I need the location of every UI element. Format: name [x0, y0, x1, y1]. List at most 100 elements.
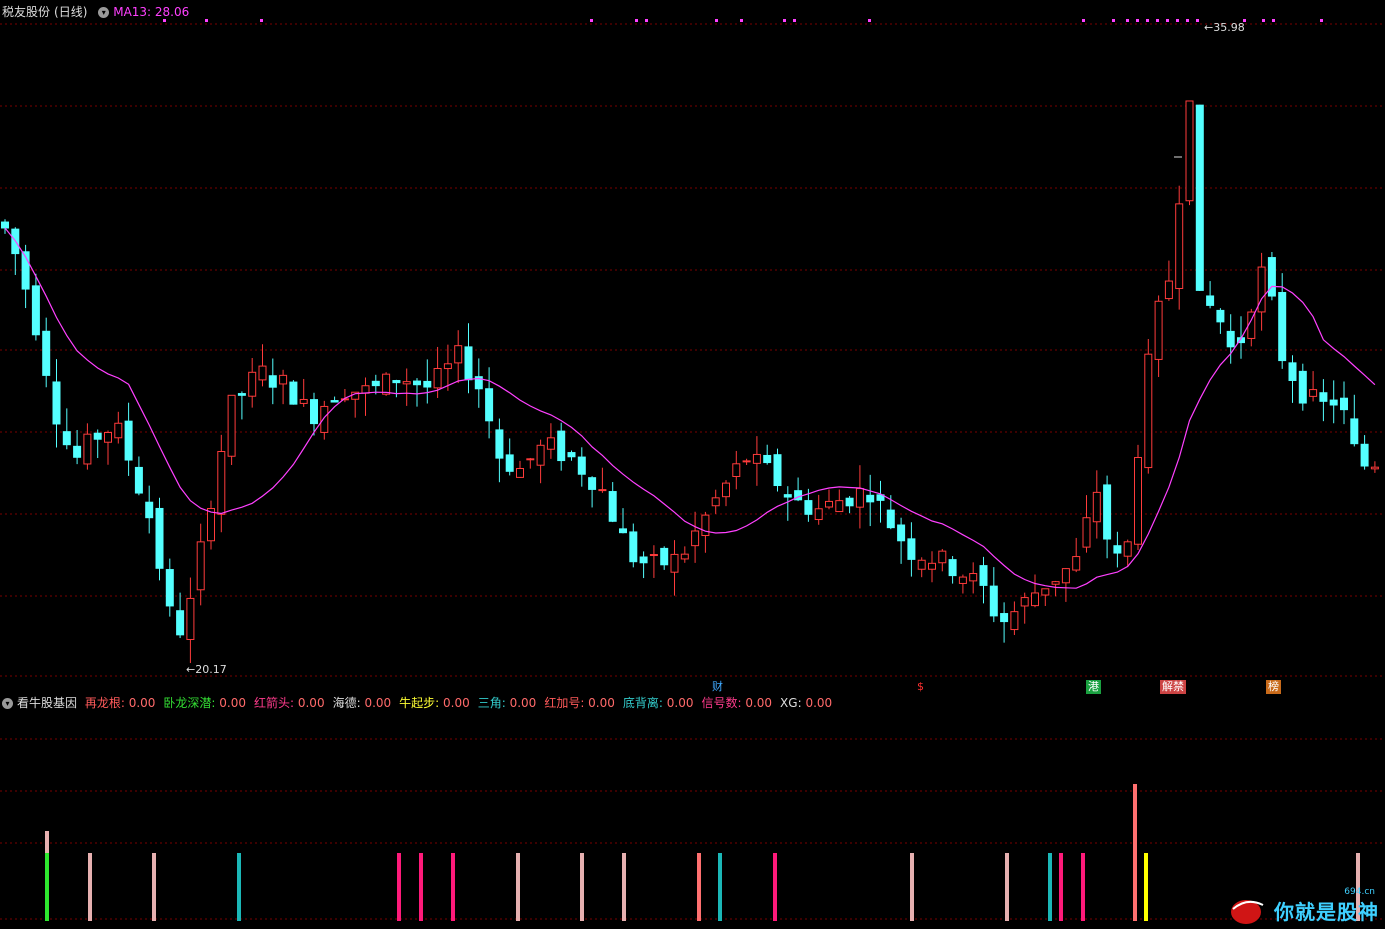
candle-body: [62, 431, 71, 446]
candle-body: [1, 221, 9, 229]
signal-dot: [260, 19, 263, 22]
signal-dot: [590, 19, 593, 22]
event-tag-financial[interactable]: 财: [710, 680, 725, 694]
indicator-item-value: 0.00: [443, 696, 470, 710]
signal-dot: [868, 19, 871, 22]
signal-bar: [237, 853, 241, 921]
candle-body: [217, 451, 226, 515]
candle-body: [176, 610, 185, 636]
signal-bar: [1005, 853, 1009, 921]
indicator-item-value: 0.00: [666, 696, 694, 710]
high-price-value: 35.98: [1213, 21, 1245, 34]
signal-bar: [152, 853, 156, 921]
signal-dot: [1262, 19, 1265, 22]
candle-body: [52, 381, 61, 425]
candle-body: [413, 380, 421, 386]
event-tag-unlock[interactable]: 解禁: [1160, 680, 1186, 694]
indicator-settings-icon[interactable]: ▾: [2, 698, 13, 709]
ma-settings-icon[interactable]: ▾: [98, 7, 110, 18]
candle-body: [938, 550, 947, 564]
candle-body: [114, 422, 123, 439]
signal-bar: [397, 853, 401, 921]
indicator-item-label: 再龙根:: [84, 696, 129, 710]
signal-dot: [1196, 19, 1199, 22]
candle-body: [825, 500, 833, 508]
candle-body: [31, 285, 40, 336]
candlestick-chart[interactable]: [0, 0, 1385, 693]
candle-body: [1144, 353, 1153, 469]
candle-body: [773, 454, 782, 487]
candle-body: [660, 547, 669, 566]
indicator-item-value: 0.00: [297, 696, 325, 710]
candle-body: [1216, 309, 1225, 323]
candle-body: [958, 576, 967, 584]
candle-body: [845, 497, 854, 507]
indicator-item: XG: 0.00: [780, 696, 836, 710]
indicator-pane[interactable]: ▾ 看牛股基因 再龙根: 0.00 卧龙深潜: 0.00 红箭头: 0.00 海德: 0…: [0, 693, 1385, 929]
signal-bar: [88, 853, 92, 921]
price-chart-pane[interactable]: 税友股份 (日线) ▾ MA13: 28.06 ←35.98 ←20.17 财 $ …: [0, 0, 1385, 694]
indicator-item-value: 0.00: [745, 696, 773, 710]
period-label: (日线): [54, 5, 88, 19]
signal-dot: [793, 19, 796, 22]
candle-body: [598, 489, 607, 492]
indicator-item-label: 牛起步:: [399, 696, 444, 710]
candle-body: [104, 431, 112, 443]
event-tag-list[interactable]: 榜: [1266, 680, 1281, 694]
event-tag-dollar[interactable]: $: [915, 680, 926, 694]
candle-body: [1350, 418, 1359, 445]
signal-dot: [1126, 19, 1129, 22]
candle-body: [649, 554, 658, 557]
candle-body: [1134, 457, 1142, 545]
signal-dot: [1166, 19, 1169, 22]
candle-body: [866, 494, 875, 503]
candle-body: [1329, 399, 1338, 406]
candle-body: [1051, 581, 1060, 585]
candle-body: [392, 380, 401, 384]
candle-body: [567, 452, 576, 458]
indicator-item: 卧龙深潜: 0.00: [163, 696, 250, 710]
signal-dot: [1320, 19, 1323, 22]
candle-body: [124, 420, 133, 461]
candle-body: [1226, 330, 1235, 348]
candle-body: [763, 454, 772, 464]
candle-body: [258, 365, 267, 381]
candle-body: [361, 385, 370, 394]
candle-body: [382, 373, 391, 395]
candle-body: [145, 501, 154, 519]
event-tag-text: 解禁: [1162, 680, 1184, 693]
candle-body: [73, 445, 82, 458]
signal-bar: [718, 853, 722, 921]
indicator-item: 红加号: 0.00: [544, 696, 619, 710]
candle-body: [639, 556, 648, 564]
candle-body: [1319, 392, 1328, 402]
candle-body: [464, 346, 473, 381]
candle-body: [1103, 484, 1112, 540]
indicator-chart[interactable]: [0, 693, 1385, 929]
candle-body: [1370, 466, 1379, 470]
candle-body: [1360, 443, 1369, 467]
candle-body: [701, 514, 710, 537]
candle-body: [443, 363, 452, 370]
candle-body: [546, 437, 555, 450]
signal-dot: [1136, 19, 1139, 22]
ma-label: MA13: 28.06: [113, 5, 190, 19]
candle-body: [1164, 280, 1173, 300]
candle-body: [227, 394, 236, 457]
event-tag-hk[interactable]: 港: [1086, 680, 1101, 694]
candle-body: [680, 553, 689, 560]
candle-body: [279, 374, 288, 385]
candle-body: [691, 530, 700, 547]
indicator-item-label: 红加号:: [544, 696, 589, 710]
candle-body: [577, 456, 586, 475]
candle-body: [526, 458, 535, 461]
candle-body: [1000, 613, 1009, 623]
candle-body: [917, 559, 926, 570]
candle-body: [608, 491, 617, 522]
candle-body: [752, 453, 761, 464]
indicator-header: ▾ 看牛股基因 再龙根: 0.00 卧龙深潜: 0.00 红箭头: 0.00 海德: 0…: [2, 694, 844, 712]
signal-bar: [451, 853, 455, 921]
signal-bar: [910, 853, 914, 921]
candle-body: [979, 565, 988, 586]
chart-header: 税友股份 (日线) ▾ MA13: 28.06: [2, 3, 193, 21]
